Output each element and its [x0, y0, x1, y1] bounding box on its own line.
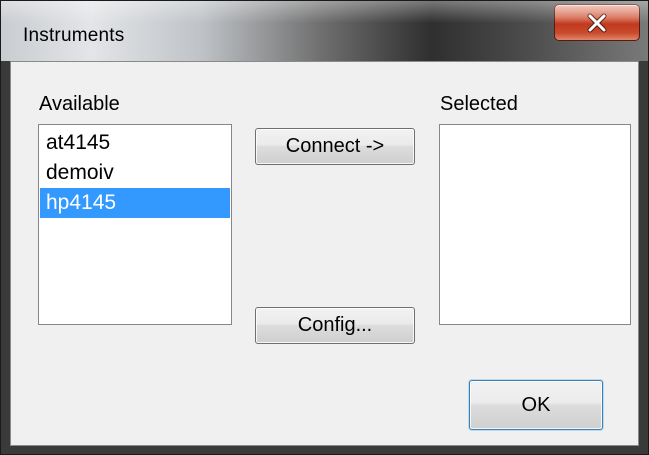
close-icon: [555, 5, 639, 40]
list-item-demoiv[interactable]: demoiv: [40, 158, 230, 188]
window-title: Instruments: [23, 25, 125, 46]
selected-label: Selected: [440, 93, 518, 115]
connect-button[interactable]: Connect ->: [255, 128, 415, 165]
close-button[interactable]: [554, 4, 640, 41]
dialog-client-area: Available Selected at4145 demoiv hp4145 …: [10, 61, 639, 446]
instruments-window: Instruments Available Selected at4145 de…: [0, 0, 649, 455]
ok-button[interactable]: OK: [469, 380, 603, 430]
list-item-hp4145[interactable]: hp4145: [40, 188, 230, 218]
list-item-at4145[interactable]: at4145: [40, 128, 230, 158]
available-listbox[interactable]: at4145 demoiv hp4145: [38, 124, 232, 325]
config-button[interactable]: Config...: [255, 307, 415, 344]
selected-listbox[interactable]: [439, 124, 631, 325]
title-bar[interactable]: Instruments: [1, 1, 648, 61]
available-label: Available: [39, 93, 120, 115]
